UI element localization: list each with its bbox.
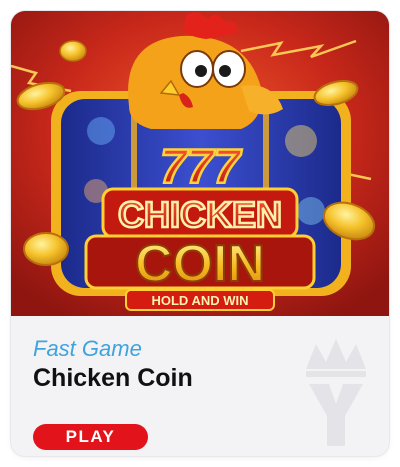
game-card[interactable]: 777 CHICKEN COIN HOLD AND WIN Fast Game … bbox=[11, 11, 389, 456]
game-category-label: Fast Game bbox=[33, 336, 142, 361]
play-button[interactable]: PLAY bbox=[33, 424, 148, 450]
logo-ribbon: HOLD AND WIN bbox=[151, 293, 248, 308]
crown-watermark-icon bbox=[306, 339, 366, 446]
logo-line2: COIN bbox=[135, 235, 265, 293]
game-info-panel: Fast Game Chicken Coin PLAY bbox=[11, 316, 389, 456]
game-title[interactable]: Chicken Coin bbox=[33, 364, 193, 393]
logo-777: 777 bbox=[160, 141, 242, 194]
logo-line1: CHICKEN bbox=[118, 194, 282, 235]
game-thumbnail[interactable]: 777 CHICKEN COIN HOLD AND WIN bbox=[11, 11, 389, 316]
